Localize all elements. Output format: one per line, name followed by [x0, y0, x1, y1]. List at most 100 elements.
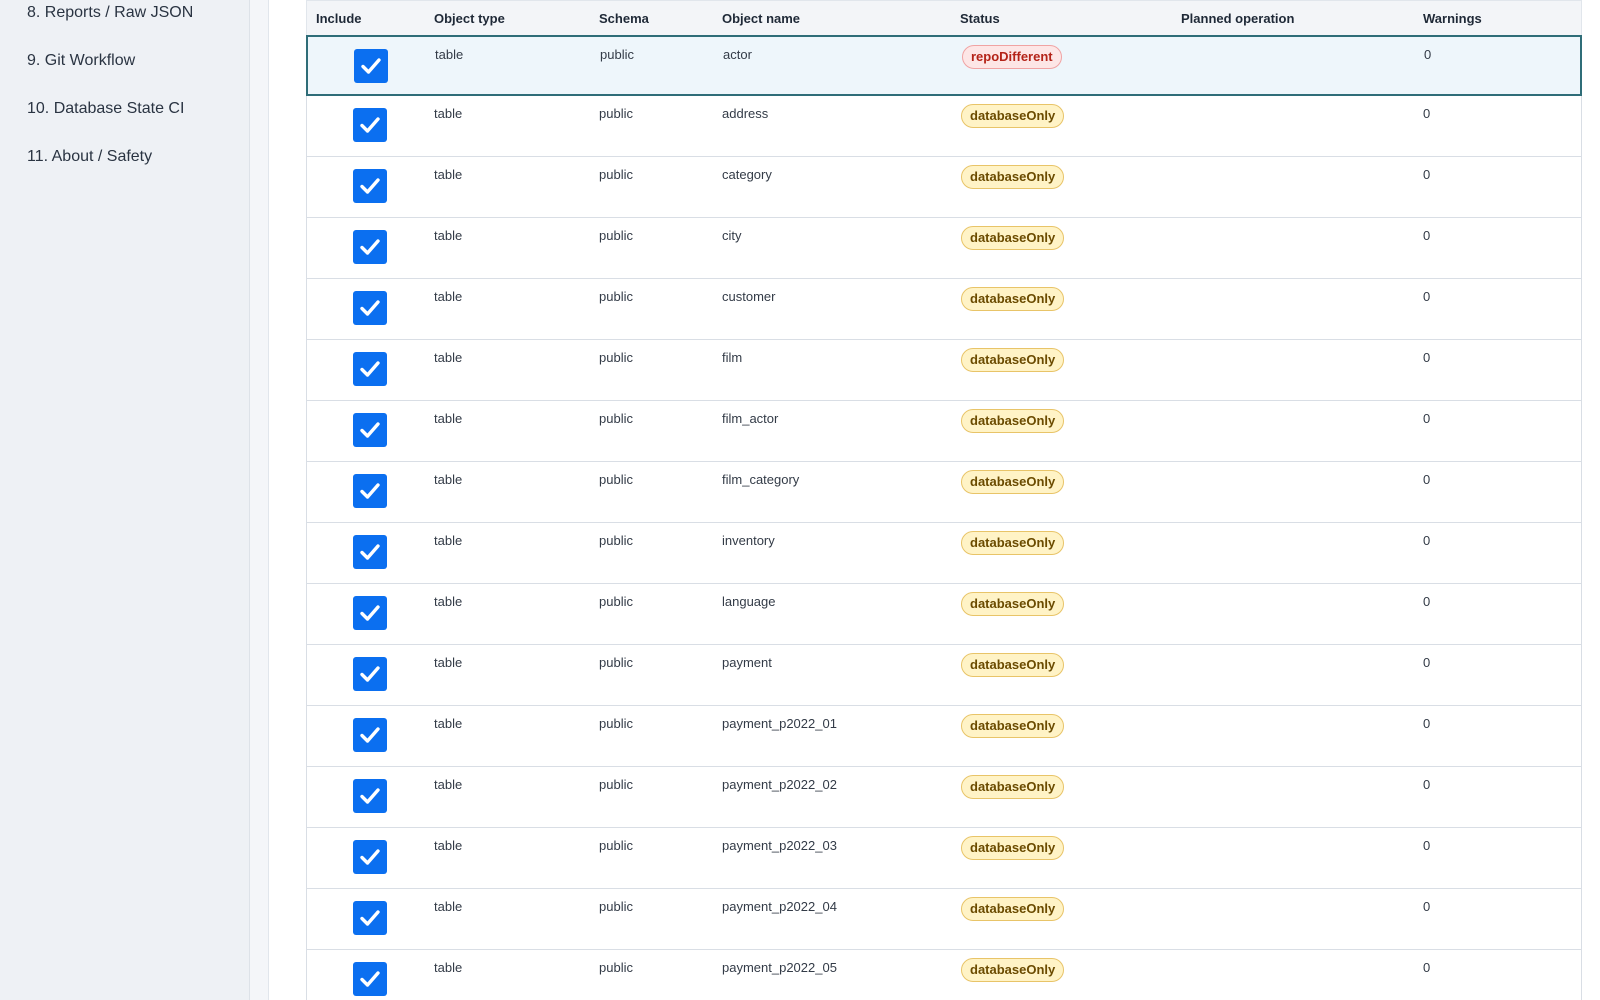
- include-checkbox[interactable]: [353, 169, 387, 203]
- check-icon: [358, 479, 382, 503]
- table-row[interactable]: table public film_actor databaseOnly 0: [306, 401, 1582, 462]
- status-badge: databaseOnly: [961, 165, 1065, 189]
- sidebar-item-reports[interactable]: 8. Reports / Raw JSON: [27, 4, 193, 22]
- table-row[interactable]: table public address databaseOnly 0: [306, 96, 1582, 157]
- schema-cell: public: [599, 167, 633, 182]
- table-row[interactable]: table public inventory databaseOnly 0: [306, 523, 1582, 584]
- status-badge: databaseOnly: [961, 714, 1065, 738]
- table-row[interactable]: table public category databaseOnly 0: [306, 157, 1582, 218]
- object-name-cell: payment: [722, 655, 772, 670]
- header-warnings[interactable]: Warnings: [1423, 11, 1482, 26]
- schema-cell: public: [599, 533, 633, 548]
- object-name-cell: address: [722, 106, 769, 121]
- include-checkbox[interactable]: [353, 108, 387, 142]
- check-icon: [358, 601, 382, 625]
- table-row[interactable]: table public payment databaseOnly 0: [306, 645, 1582, 706]
- schema-cell: public: [599, 350, 633, 365]
- schema-cell: public: [599, 838, 633, 853]
- status-badge: databaseOnly: [961, 836, 1065, 860]
- warnings-cell: 0: [1423, 289, 1431, 304]
- header-planned-operation[interactable]: Planned operation: [1181, 11, 1294, 26]
- object-name-cell: payment_p2022_02: [722, 777, 837, 792]
- table-row[interactable]: table public film_category databaseOnly 0: [306, 462, 1582, 523]
- table-row[interactable]: table public language databaseOnly 0: [306, 584, 1582, 645]
- object-name-cell: film_category: [722, 472, 800, 487]
- table-row[interactable]: table public payment_p2022_01 databaseOnly 0: [306, 706, 1582, 767]
- header-object-name[interactable]: Object name: [722, 11, 800, 26]
- object-name-cell: film: [722, 350, 743, 365]
- warnings-cell: 0: [1423, 228, 1431, 243]
- status-badge: databaseOnly: [961, 653, 1065, 677]
- status-badge: databaseOnly: [961, 226, 1065, 250]
- sidebar-item-database-state-ci[interactable]: 10. Database State CI: [27, 100, 184, 118]
- warnings-cell: 0: [1424, 47, 1432, 62]
- object-name-cell: inventory: [722, 533, 775, 548]
- object-name-cell: payment_p2022_01: [722, 716, 837, 731]
- warnings-cell: 0: [1423, 777, 1431, 792]
- check-icon: [358, 723, 382, 747]
- include-checkbox[interactable]: [353, 535, 387, 569]
- include-checkbox[interactable]: [353, 901, 387, 935]
- table-header: Include Object type Schema Object name S…: [306, 0, 1582, 35]
- include-checkbox[interactable]: [353, 596, 387, 630]
- object-type-cell: table: [434, 167, 463, 182]
- schema-cell: public: [599, 655, 633, 670]
- header-schema[interactable]: Schema: [599, 11, 649, 26]
- schema-cell: public: [599, 228, 633, 243]
- warnings-cell: 0: [1423, 106, 1431, 121]
- table-row[interactable]: table public payment_p2022_02 databaseOnly 0: [306, 767, 1582, 828]
- sidebar-item-about-safety[interactable]: 11. About / Safety: [27, 148, 152, 166]
- sidebar-item-git-workflow[interactable]: 9. Git Workflow: [27, 52, 135, 70]
- schema-cell: public: [599, 960, 633, 975]
- schema-cell: public: [600, 47, 634, 62]
- check-icon: [358, 845, 382, 869]
- header-include[interactable]: Include: [316, 11, 362, 26]
- schema-cell: public: [599, 472, 633, 487]
- table-row[interactable]: table public film databaseOnly 0: [306, 340, 1582, 401]
- table-row[interactable]: table public payment_p2022_05 databaseOnly 0: [306, 950, 1582, 1000]
- status-badge: repoDifferent: [962, 45, 1062, 69]
- header-object-type[interactable]: Object type: [434, 11, 505, 26]
- header-status[interactable]: Status: [960, 11, 1000, 26]
- include-checkbox[interactable]: [353, 291, 387, 325]
- object-type-cell: table: [434, 838, 463, 853]
- schema-cell: public: [599, 289, 633, 304]
- include-checkbox[interactable]: [353, 657, 387, 691]
- include-checkbox[interactable]: [353, 779, 387, 813]
- include-checkbox[interactable]: [353, 352, 387, 386]
- table-row[interactable]: table public actor repoDifferent 0: [306, 35, 1582, 96]
- include-checkbox[interactable]: [353, 474, 387, 508]
- include-checkbox[interactable]: [353, 840, 387, 874]
- warnings-cell: 0: [1423, 350, 1431, 365]
- object-name-cell: language: [722, 594, 776, 609]
- object-name-cell: payment_p2022_03: [722, 838, 837, 853]
- status-badge: databaseOnly: [961, 409, 1065, 433]
- include-checkbox[interactable]: [353, 962, 387, 996]
- object-name-cell: category: [722, 167, 772, 182]
- table-row[interactable]: table public payment_p2022_04 databaseOnly 0: [306, 889, 1582, 950]
- warnings-cell: 0: [1423, 899, 1431, 914]
- object-type-cell: table: [434, 533, 463, 548]
- object-type-cell: table: [434, 289, 463, 304]
- include-checkbox[interactable]: [353, 230, 387, 264]
- table-row[interactable]: table public customer databaseOnly 0: [306, 279, 1582, 340]
- status-badge: databaseOnly: [961, 592, 1065, 616]
- check-icon: [358, 906, 382, 930]
- object-type-cell: table: [434, 106, 463, 121]
- include-checkbox[interactable]: [353, 413, 387, 447]
- object-type-cell: table: [434, 777, 463, 792]
- warnings-cell: 0: [1423, 411, 1431, 426]
- check-icon: [358, 784, 382, 808]
- include-checkbox[interactable]: [353, 718, 387, 752]
- object-type-cell: table: [434, 594, 463, 609]
- object-name-cell: city: [722, 228, 742, 243]
- check-icon: [358, 662, 382, 686]
- table-row[interactable]: table public payment_p2022_03 databaseOnly 0: [306, 828, 1582, 889]
- object-type-cell: table: [434, 472, 463, 487]
- include-checkbox[interactable]: [354, 49, 388, 83]
- check-icon: [358, 174, 382, 198]
- warnings-cell: 0: [1423, 472, 1431, 487]
- table-row[interactable]: table public city databaseOnly 0: [306, 218, 1582, 279]
- object-type-cell: table: [434, 228, 463, 243]
- check-icon: [358, 540, 382, 564]
